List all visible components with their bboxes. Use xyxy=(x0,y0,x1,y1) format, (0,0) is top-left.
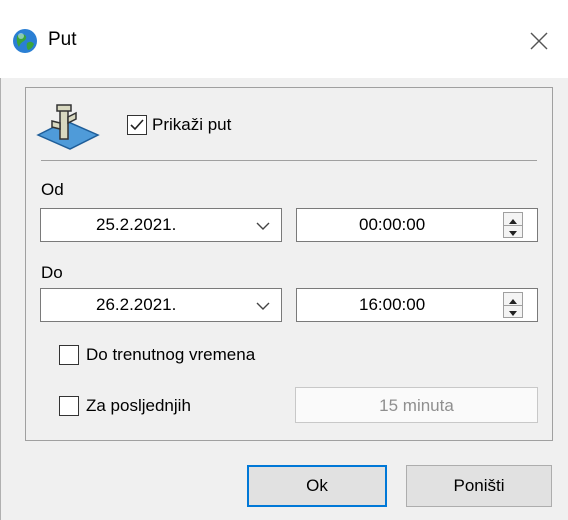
until-now-checkbox[interactable] xyxy=(59,345,79,365)
from-date-value: 25.2.2021. xyxy=(96,215,177,234)
from-label: Od xyxy=(41,180,64,199)
close-icon[interactable] xyxy=(522,26,556,56)
until-now-label: Do trenutnog vremena xyxy=(86,345,256,364)
cancel-button[interactable]: Poništi xyxy=(406,465,552,507)
separator xyxy=(41,160,537,161)
globe-icon xyxy=(11,27,39,55)
to-time-spinner[interactable] xyxy=(503,292,523,318)
spin-down-icon[interactable] xyxy=(504,225,522,237)
ok-button[interactable]: Ok xyxy=(247,465,387,507)
to-label: Do xyxy=(41,263,63,282)
last-period-checkbox[interactable] xyxy=(59,396,79,416)
chevron-down-icon[interactable] xyxy=(255,299,271,313)
to-time-value: 16:00:00 xyxy=(359,295,426,314)
from-date-picker[interactable]: 25.2.2021. xyxy=(40,208,282,242)
chevron-down-icon[interactable] xyxy=(255,219,271,233)
to-time-field[interactable]: 16:00:00 xyxy=(296,288,538,322)
show-route-label: Prikaži put xyxy=(152,115,232,134)
from-time-spinner[interactable] xyxy=(503,212,523,238)
to-date-value: 26.2.2021. xyxy=(96,295,177,314)
to-date-picker[interactable]: 26.2.2021. xyxy=(40,288,282,322)
checkmark-icon xyxy=(130,119,144,131)
title-bar: Put xyxy=(0,0,568,78)
window-title: Put xyxy=(48,29,77,50)
duration-value: 15 minuta xyxy=(379,396,454,415)
duration-field: 15 minuta xyxy=(295,387,538,423)
window-border xyxy=(0,78,1,520)
from-time-value: 00:00:00 xyxy=(359,215,426,234)
spin-down-icon[interactable] xyxy=(504,305,522,317)
show-route-checkbox[interactable] xyxy=(127,115,147,135)
from-time-field[interactable]: 00:00:00 xyxy=(296,208,538,242)
last-period-label: Za posljednjih xyxy=(86,396,191,415)
route-pin-icon xyxy=(36,99,100,151)
